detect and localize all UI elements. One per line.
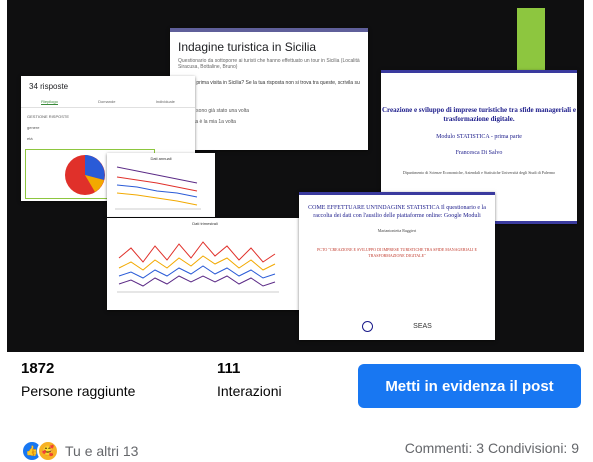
responses-header: 34 risposte (29, 82, 69, 91)
survey-author: Mariantonietta Ruggieri (377, 228, 417, 233)
divider (21, 107, 195, 108)
reach-value: 1872 (21, 360, 55, 377)
course-affiliation: Dipartimento di Scienze Economiche, Azie… (402, 170, 556, 175)
comments-shares-count[interactable]: Commenti: 3 Condivisioni: 9 (405, 440, 579, 456)
legend-item: genere (27, 125, 40, 130)
responses-tab: Domande (98, 99, 116, 104)
form-title: Indagine turistica in Sicilia (178, 40, 317, 54)
slide-top-border (299, 192, 495, 195)
survey-slide: COME EFFETTUARE UN'INDAGINE STATISTICA I… (299, 192, 495, 340)
boost-post-button[interactable]: Metti in evidenza il post (358, 364, 581, 408)
interactions-label: Interazioni (217, 383, 282, 399)
survey-title: COME EFFETTUARE UN'INDAGINE STATISTICA I… (308, 205, 486, 219)
form-option: Sì (182, 97, 356, 103)
course-author: Francesca Di Salvo (455, 150, 503, 156)
university-seal-icon (362, 321, 374, 332)
annual-chart-graphic: Dati annuali (115, 156, 201, 210)
responses-tabs: Riepilogo Domande Individuale (21, 99, 195, 105)
line-chart-slide: Dati annuali (107, 153, 215, 217)
green-tab-decoration (517, 8, 545, 74)
post-image[interactable]: Indagine turistica in Sicilia Questionar… (7, 0, 584, 352)
reactions-text: Tu e altri 13 (65, 443, 139, 459)
form-option: Altro (182, 130, 356, 136)
quarterly-chart-title: Dati trimestrali (192, 221, 218, 226)
quarterly-chart-graphic: Dati trimestrali (117, 221, 279, 293)
interactions-stat: 111 Interazioni (217, 360, 282, 399)
responses-tab: Individuale (155, 99, 175, 104)
quarterly-chart-slide: Dati trimestrali (107, 218, 303, 310)
responses-section: GESTIONE RISPOSTE (27, 114, 70, 119)
slide-top-border (381, 70, 577, 73)
form-header-bar (170, 28, 368, 32)
form-subtitle: Questionario da sottoporre ai turisti ch… (178, 58, 360, 70)
form-slide: Indagine turistica in Sicilia Questionar… (170, 28, 368, 150)
form-question: È la tua prima visita in Sicilia? Se la … (178, 80, 360, 92)
survey-logos: SEAS (299, 321, 495, 332)
form-option: Questa è la mia 1a volta (182, 119, 236, 125)
course-title: Creazione e sviluppo di imprese turistic… (382, 106, 576, 123)
survey-project: PCTO "CREAZIONE E SVILUPPO DI IMPRESE TU… (317, 247, 477, 258)
reach-label: Persone raggiunte (21, 383, 136, 399)
reactions-summary[interactable]: 👍 🥰 Tu e altri 13 (21, 440, 138, 462)
seas-logo: SEAS (413, 323, 432, 330)
post-footer: 👍 🥰 Tu e altri 13 Commenti: 3 Condivisio… (0, 436, 593, 462)
legend-item: età (27, 136, 33, 141)
annual-chart-title: Dati annuali (150, 156, 171, 161)
care-icon: 🥰 (37, 440, 59, 462)
responses-tab: Riepilogo (41, 99, 58, 105)
interactions-value: 111 (217, 360, 241, 377)
reach-stat: 1872 Persone raggiunte (21, 360, 135, 399)
form-option: No, ci sono già stato una volta (182, 108, 249, 114)
course-module: Modulo STATISTICA - prima parte (436, 134, 522, 140)
